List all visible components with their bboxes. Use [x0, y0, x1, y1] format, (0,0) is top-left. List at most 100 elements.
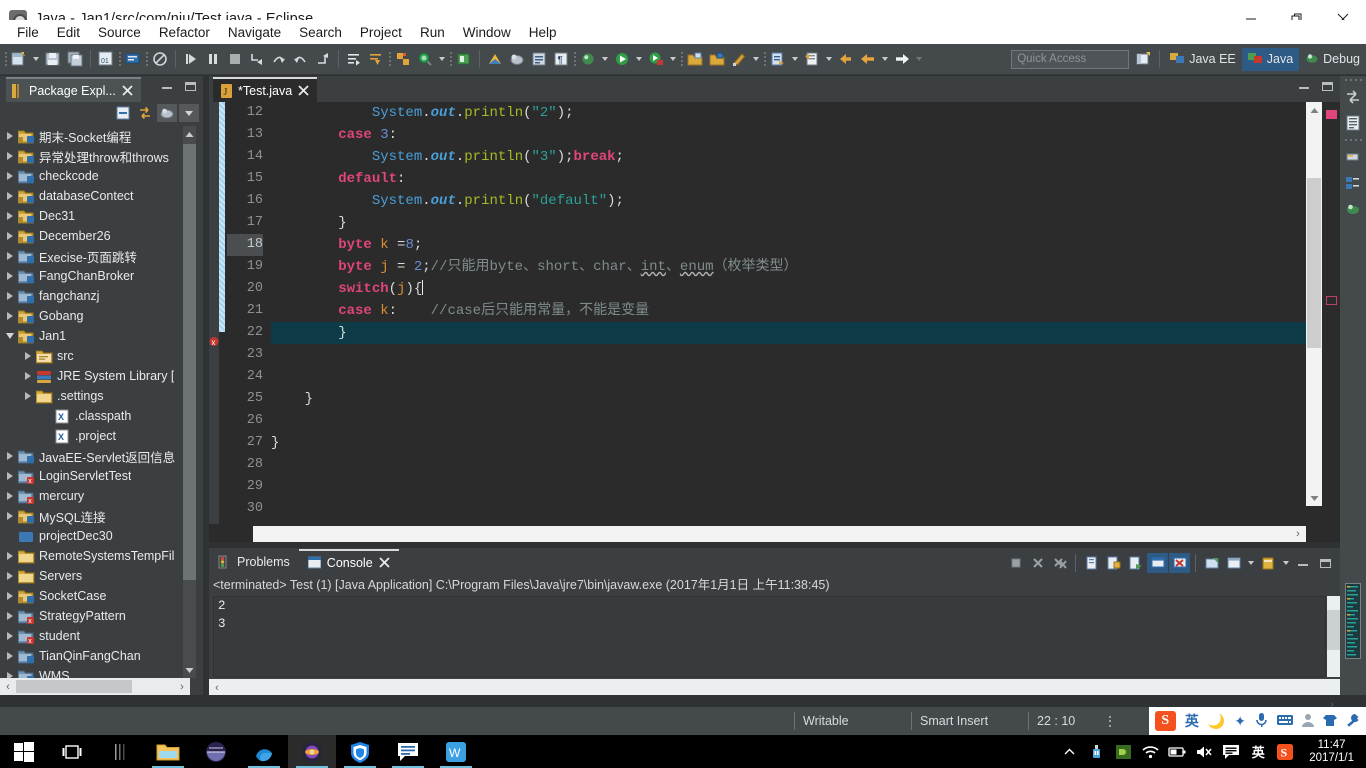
- tree-item[interactable]: 异常处理throw和throws: [0, 146, 190, 166]
- suspend-button[interactable]: [202, 47, 224, 71]
- outline-thumbnail[interactable]: [1345, 583, 1361, 659]
- menu-item-edit[interactable]: Edit: [48, 23, 89, 42]
- previous-dropdown[interactable]: [879, 47, 891, 71]
- sogou-icon[interactable]: S: [1276, 743, 1294, 761]
- scrollbar-thumb[interactable]: [183, 144, 196, 580]
- build-button[interactable]: 01: [95, 47, 117, 71]
- expand-arrow-closed-icon[interactable]: [20, 352, 36, 360]
- open-task-button[interactable]: [528, 47, 550, 71]
- battery-icon[interactable]: [1168, 743, 1186, 761]
- expand-arrow-closed-icon[interactable]: [2, 292, 18, 300]
- console-vertical-scrollbar[interactable]: [1327, 596, 1340, 677]
- tree-item[interactable]: MySQL连接: [0, 506, 190, 526]
- code-line[interactable]: case k: //case后只能用常量，不能是变量: [271, 300, 1340, 322]
- view-menu-icon[interactable]: [157, 104, 177, 122]
- expand-arrow-closed-icon[interactable]: [2, 492, 18, 500]
- run-external-tools-button[interactable]: [645, 47, 667, 71]
- clear-console-icon[interactable]: [1081, 553, 1102, 573]
- skip-breakpoints-button[interactable]: [149, 47, 171, 71]
- quick-access-input[interactable]: Quick Access: [1011, 49, 1130, 69]
- tree-item[interactable]: databaseContect: [0, 186, 190, 206]
- expand-arrow-closed-icon[interactable]: [2, 172, 18, 180]
- open-type-button[interactable]: [767, 47, 789, 71]
- code-line[interactable]: case 3:: [271, 124, 1340, 146]
- expand-arrow-closed-icon[interactable]: [20, 372, 36, 380]
- scroll-up-arrow[interactable]: [1306, 102, 1322, 118]
- next-annotation-button[interactable]: [343, 47, 365, 71]
- cortana-search-icon[interactable]: [96, 735, 144, 768]
- minimize-icon[interactable]: [161, 80, 174, 93]
- code-line[interactable]: }: [271, 432, 1340, 454]
- tab-problems[interactable]: Problems: [209, 549, 299, 574]
- scroll-down-arrow[interactable]: [183, 662, 196, 678]
- menu-item-navigate[interactable]: Navigate: [219, 23, 290, 42]
- overview-error-mark[interactable]: [1325, 292, 1338, 306]
- tree-item[interactable]: fangchanzj: [0, 286, 190, 306]
- remove-launch-icon[interactable]: [1027, 553, 1048, 573]
- tree-item[interactable]: 期末-Socket编程: [0, 126, 190, 146]
- menu-item-project[interactable]: Project: [351, 23, 411, 42]
- ime-english-icon[interactable]: 英: [1249, 743, 1267, 761]
- open-perspective-icon[interactable]: [1133, 47, 1155, 71]
- tree-item[interactable]: Servers: [0, 566, 190, 586]
- tools-icon[interactable]: [1346, 713, 1360, 730]
- back-button[interactable]: [835, 47, 857, 71]
- view-dropdown-icon[interactable]: [179, 104, 199, 122]
- console-horizontal-scrollbar[interactable]: ‹ ›: [209, 679, 1340, 711]
- menu-item-help[interactable]: Help: [520, 23, 566, 42]
- minimize-icon[interactable]: [1298, 80, 1311, 93]
- wps-writer-icon[interactable]: W: [432, 735, 480, 768]
- expand-arrow-closed-icon[interactable]: [2, 452, 18, 460]
- tree-vertical-scrollbar[interactable]: [183, 126, 196, 678]
- tree-item[interactable]: TianQinFangChan: [0, 646, 190, 666]
- tree-item[interactable]: x student: [0, 626, 190, 646]
- tree-horizontal-scrollbar[interactable]: ‹ ›: [0, 678, 190, 695]
- task-view-icon[interactable]: [48, 735, 96, 768]
- action-center-icon[interactable]: [1222, 743, 1240, 761]
- drag-handle[interactable]: [1340, 76, 1366, 84]
- overview-error-mark[interactable]: [1326, 106, 1337, 119]
- expand-arrow-closed-icon[interactable]: [2, 232, 18, 240]
- previous-annotation-button[interactable]: [365, 47, 387, 71]
- menu-item-source[interactable]: Source: [89, 23, 150, 42]
- tree-item[interactable]: December26: [0, 226, 190, 246]
- scroll-down-arrow[interactable]: [1306, 490, 1322, 506]
- close-icon[interactable]: [379, 557, 390, 568]
- code-line[interactable]: [271, 344, 1340, 366]
- menu-item-refactor[interactable]: Refactor: [150, 23, 219, 42]
- scroll-left-arrow[interactable]: ‹: [0, 678, 16, 695]
- expand-arrow-closed-icon[interactable]: [2, 212, 18, 220]
- javadoc-icon[interactable]: [1340, 196, 1366, 222]
- scrollbar-thumb[interactable]: [16, 680, 132, 693]
- expand-arrow-closed-icon[interactable]: [2, 612, 18, 620]
- run-button[interactable]: [611, 47, 633, 71]
- scroll-lock-icon[interactable]: [1103, 553, 1124, 573]
- code-line[interactable]: [271, 476, 1340, 498]
- close-icon[interactable]: [298, 85, 309, 96]
- tree-item[interactable]: projectDec30: [0, 526, 190, 546]
- tree-item[interactable]: Dec31: [0, 206, 190, 226]
- tree-item[interactable]: JavaEE-Servlet返回信息: [0, 446, 190, 466]
- expand-arrow-closed-icon[interactable]: [2, 632, 18, 640]
- expand-arrow-closed-icon[interactable]: [2, 252, 18, 260]
- code-line[interactable]: default:: [271, 168, 1340, 190]
- search-dropdown[interactable]: [436, 47, 448, 71]
- tree-item[interactable]: src: [0, 346, 190, 366]
- tree-item[interactable]: RemoteSystemsTempFil: [0, 546, 190, 566]
- sogou-icon[interactable]: S: [1154, 711, 1176, 731]
- scroll-up-arrow[interactable]: [183, 126, 196, 142]
- external-tools-button[interactable]: [506, 47, 528, 71]
- word-wrap-icon[interactable]: [1125, 553, 1146, 573]
- media-icon[interactable]: [192, 735, 240, 768]
- console-output[interactable]: 23: [213, 596, 1326, 677]
- save-button[interactable]: [42, 47, 64, 71]
- run-dropdown[interactable]: [633, 47, 645, 71]
- open-task-list-dropdown[interactable]: [823, 47, 835, 71]
- notes-icon[interactable]: [384, 735, 432, 768]
- task-list-icon[interactable]: [1340, 144, 1366, 170]
- new-class-button[interactable]: [728, 47, 750, 71]
- taskbar-clock[interactable]: 11:47 2017/1/1: [1303, 739, 1360, 765]
- resume-button[interactable]: [180, 47, 202, 71]
- drop-to-frame-button[interactable]: [312, 47, 334, 71]
- code-line[interactable]: }: [271, 322, 1340, 344]
